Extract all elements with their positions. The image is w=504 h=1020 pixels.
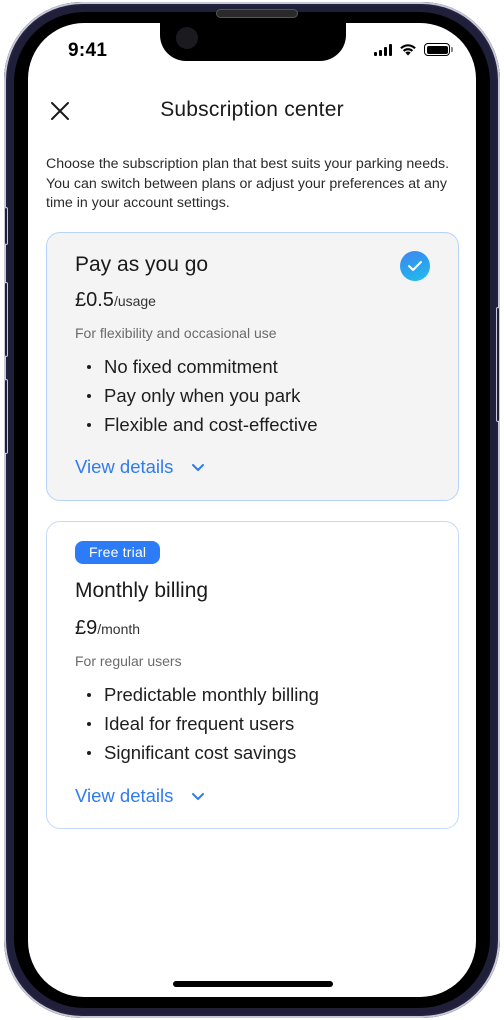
volume-down-button [4, 379, 8, 454]
earpiece-speaker [216, 9, 298, 18]
price-unit: /month [97, 621, 141, 637]
plan-subtitle: For flexibility and occasional use [75, 325, 277, 341]
chevron-down-icon [192, 793, 205, 800]
chevron-down-icon [192, 464, 205, 471]
volume-up-button [4, 282, 8, 357]
home-indicator[interactable] [173, 981, 333, 987]
plan-title: Monthly billing [75, 579, 209, 602]
feature-list: No fixed commitment Pay only when you pa… [87, 352, 318, 439]
feature-item: Predictable monthly billing [87, 680, 319, 709]
check-icon [408, 261, 422, 271]
price-unit: /usage [113, 293, 156, 309]
wifi-icon [400, 44, 416, 56]
view-details-label: View details [75, 456, 174, 477]
plan-card-pay-as-you-go[interactable]: Pay as you go £0.5/usage For flexibility… [46, 232, 459, 501]
view-details-button[interactable]: View details [75, 456, 205, 478]
plan-card-monthly-billing[interactable]: Free trial Monthly billing £9/month For … [46, 521, 459, 829]
plan-subtitle: For regular users [75, 653, 182, 669]
view-details-button[interactable]: View details [75, 785, 205, 807]
feature-item: Flexible and cost-effective [87, 410, 318, 439]
silent-switch [4, 207, 8, 245]
power-button [496, 307, 500, 422]
feature-item: Significant cost savings [87, 738, 319, 767]
cellular-signal-icon [374, 43, 392, 56]
view-details-label: View details [75, 785, 174, 806]
page-title: Subscription center [160, 98, 344, 121]
price-amount: £0.5 [75, 289, 114, 311]
plan-title: Pay as you go [75, 253, 209, 276]
price-amount: £9 [75, 617, 98, 639]
navigation-bar: Subscription center [28, 93, 476, 133]
screen: 9:41 Subscription center Choose the subs… [28, 23, 476, 997]
battery-icon [424, 43, 453, 56]
plan-price: £0.5/usage [75, 289, 156, 312]
free-trial-badge: Free trial [75, 541, 161, 564]
feature-item: Ideal for frequent users [87, 709, 319, 738]
feature-item: Pay only when you park [87, 381, 318, 410]
status-icons [374, 43, 453, 56]
feature-item: No fixed commitment [87, 352, 318, 381]
intro-text: Choose the subscription plan that best s… [46, 156, 450, 211]
status-time: 9:41 [68, 40, 108, 61]
plan-price: £9/month [75, 617, 140, 640]
feature-list: Predictable monthly billing Ideal for fr… [87, 680, 319, 767]
selected-radio[interactable] [400, 251, 430, 281]
status-bar: 9:41 [28, 23, 476, 73]
